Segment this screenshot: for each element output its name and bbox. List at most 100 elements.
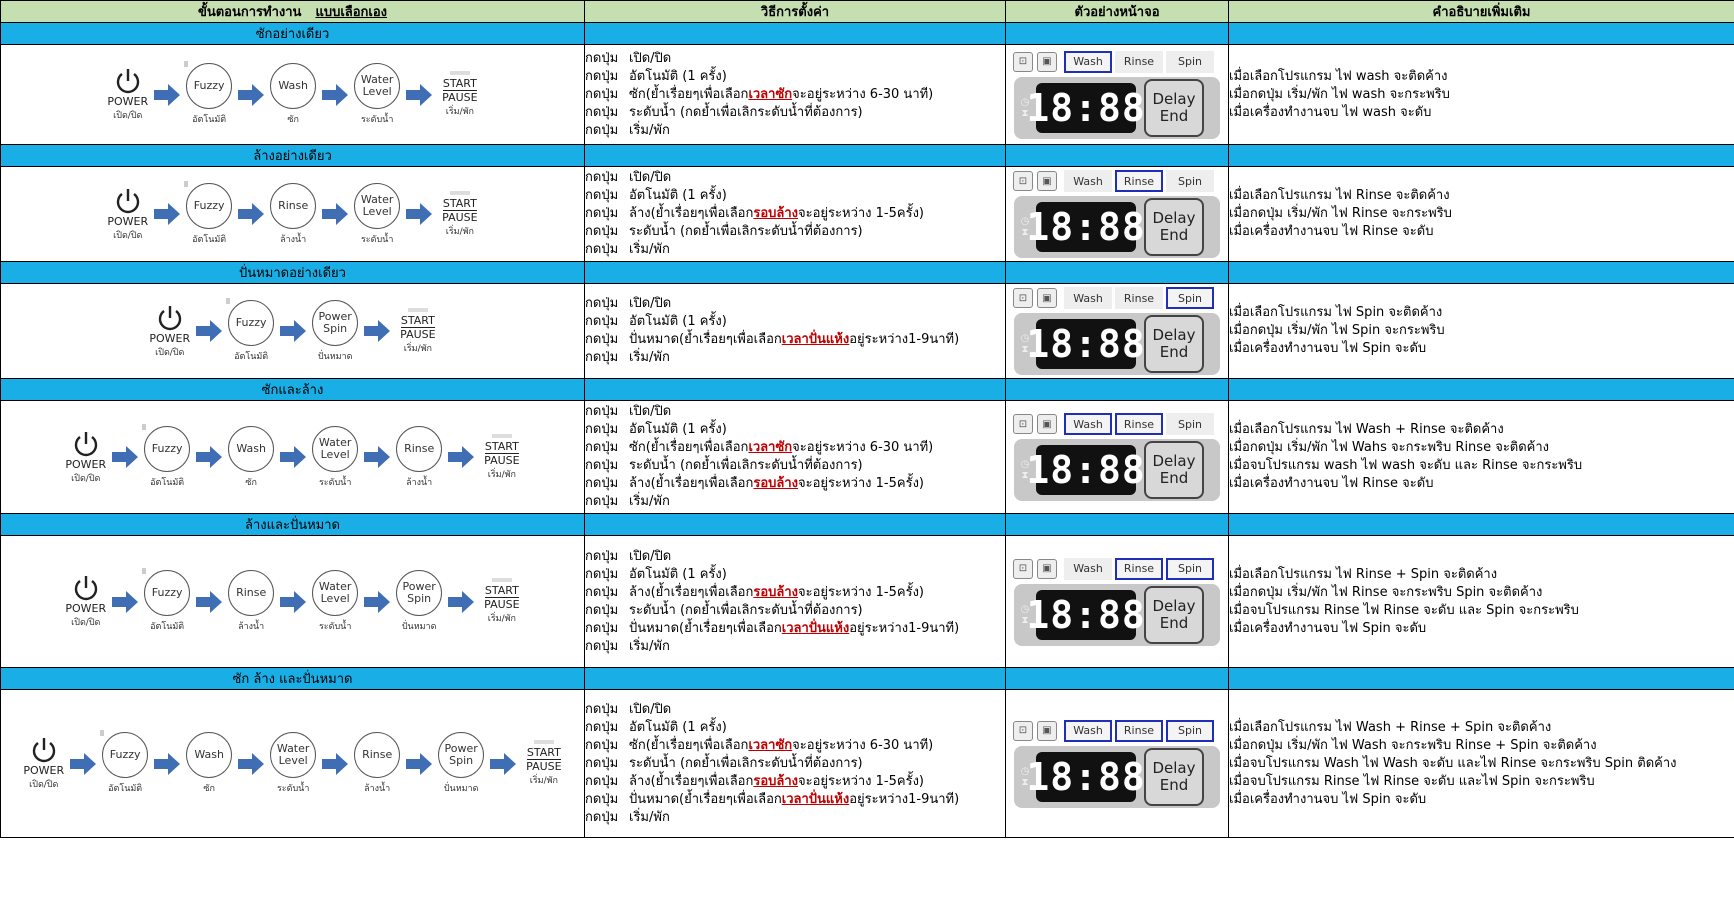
- arrow-right-icon: [112, 590, 139, 613]
- instruction-line: กดปุ่ม ระดับน้ำ (กดย้ำเพื่อเลิกระดับน้ำที…: [586, 223, 1005, 241]
- step-circle: Rinse: [396, 425, 443, 472]
- tub-clean-icon: ▣: [1037, 558, 1057, 579]
- arrow-right-icon: [238, 83, 265, 106]
- arrow-right-icon: [280, 446, 307, 468]
- step-circle: Water Level: [354, 182, 401, 229]
- instruction-text: ระดับน้ำ (กดย้ำเพื่อเลิกระดับน้ำที่ต้องก…: [629, 755, 863, 771]
- note-line: เมื่อจบโปรแกรม Rinse ไฟ Rinse จะดับ และไ…: [1229, 773, 1595, 789]
- arrow-right-icon: [112, 446, 139, 468]
- instruction-highlight: เวลาปั่นแห้ง: [781, 332, 850, 347]
- instruction-line: กดปุ่ม ซัก(ย้ำเรื่อยๆเพื่อเลือกเวลาซักจะอ…: [586, 86, 1005, 104]
- instruction-tail: จะอยู่ระหว่าง 1-5ครั้ง): [798, 206, 924, 221]
- instruction-line: กดปุ่ม ล้าง(ย้ำเรื่อยๆเพื่อเลือกรอบล้างจะ…: [586, 773, 1005, 791]
- instruction-text: ล้าง(ย้ำเรื่อยๆเพื่อเลือก: [629, 773, 754, 789]
- section-header-cell: [584, 378, 1006, 401]
- control-panel-example: ⊡ ▣ Wash Rinse Spin ◷ ⧗ 18:88 Delay End: [1007, 287, 1228, 375]
- instruction-tail: อยู่ระหว่าง1-9นาที): [849, 332, 960, 347]
- press-label: กดปุ่ม: [585, 584, 619, 600]
- step-wash: Wash ซัก: [270, 63, 317, 126]
- note-line: เมื่อเลือกโปรแกรม ไฟ Rinse จะติดค้าง: [1229, 188, 1450, 203]
- note-line: เมื่อกดปุ่ม เริ่ม/พัก ไฟ Rinse จะกระพริบ: [1229, 206, 1452, 221]
- press-label: กดปุ่ม: [585, 104, 619, 120]
- section-header-cell: [1005, 513, 1229, 536]
- header-setup: วิธีการตั้งค่า: [584, 0, 1006, 23]
- step-sublabel: ระดับน้ำ: [276, 784, 310, 794]
- start-sublabel: เริ่ม/พัก: [529, 776, 559, 786]
- instruction-line: กดปุ่ม ล้าง(ย้ำเรื่อยๆเพื่อเลือกรอบล้างจะ…: [585, 584, 1005, 602]
- step-flow-cell: POWER เปิด/ปิด Fuzzy อัตโนมัติ Wash ซัก Water L…: [0, 689, 585, 838]
- section-header-cell: [1228, 22, 1734, 45]
- instruction-text: ปั่นหมาด(ย้ำเรื่อยๆเพื่อเลือก: [629, 620, 782, 636]
- delay-label: Delay: [1152, 326, 1196, 344]
- pause-label: PAUSE: [484, 598, 520, 611]
- instruction-tail: จะอยู่ระหว่าง 6-30 นาที): [792, 440, 934, 455]
- start-sublabel: เริ่ม/พัก: [445, 107, 475, 117]
- instruction-line: กดปุ่ม เปิด/ปิด: [586, 548, 1005, 566]
- start-indicator: [449, 190, 470, 195]
- lock-icon: ⊡: [1013, 558, 1033, 579]
- press-label: กดปุ่ม: [585, 494, 619, 509]
- instruction-line: กดปุ่ม ปั่นหมาด(ย้ำเรื่อยๆเพื่อเลือกเวลาป…: [586, 791, 1005, 809]
- power-step: POWER เปิด/ปิด: [107, 187, 148, 242]
- step-sublabel: ซัก: [245, 477, 257, 488]
- instruction-line: กดปุ่ม เปิด/ปิด: [586, 403, 1005, 421]
- spin-indicator: Spin: [1166, 719, 1214, 742]
- section-header-cell: [584, 144, 1006, 167]
- section-header-cell: [584, 513, 1006, 536]
- segment-display: 18:88: [1026, 589, 1145, 640]
- notes-cell: เมื่อเลือกโปรแกรม ไฟ wash จะติดค้าง เมื่อ…: [1228, 44, 1734, 145]
- step-sublabel: ซัก: [287, 115, 299, 125]
- lock-icon: ⊡: [1013, 288, 1033, 308]
- instruction-text: เริ่ม/พัก: [629, 494, 670, 509]
- press-label: กดปุ่ม: [585, 170, 619, 185]
- section-header-row: ปั่นหมาดอย่างเดียว: [0, 261, 1734, 284]
- start-sublabel: เริ่ม/พัก: [487, 614, 517, 624]
- step-fuzzy: Fuzzy อัตโนมัติ: [226, 297, 275, 363]
- step-power-spin: Power Spin ปั่นหมาด: [396, 570, 443, 633]
- start-indicator: [491, 433, 512, 438]
- note-line: เมื่อเครื่องทำงานจบ ไฟ Spin จะดับ: [1229, 791, 1427, 807]
- start-pause-step: START PAUSE เริ่ม/พัก: [442, 71, 478, 118]
- section-header-row: ซัก ล้าง และปั่นหมาด: [0, 667, 1734, 690]
- display-example-cell: ⊡ ▣ Wash Rinse Spin ◷ ⧗ 18:88 Delay End: [1005, 44, 1229, 145]
- step-power-spin: Power Spin ปั่นหมาด: [438, 732, 485, 795]
- instruction-highlight: เวลาซัก: [748, 737, 793, 753]
- start-label: START: [442, 196, 477, 211]
- section-title: ปั่นหมาดอย่างเดียว: [0, 261, 585, 284]
- pause-label: PAUSE: [442, 210, 478, 224]
- power-icon: [32, 738, 55, 763]
- delay-end-button: Delay End: [1144, 78, 1204, 137]
- display-panel: ◷ ⧗ 18:88 Delay End: [1014, 76, 1220, 139]
- step-sublabel: อัตโนมัติ: [234, 351, 269, 362]
- instruction-text: เปิด/ปิด: [629, 50, 672, 66]
- instruction-line: กดปุ่ม อัตโนมัติ (1 ครั้ง): [586, 719, 1005, 737]
- pause-label: PAUSE: [526, 760, 562, 773]
- arrow-right-icon: [448, 446, 475, 468]
- pause-label: PAUSE: [442, 91, 478, 104]
- display-panel: ◷ ⧗ 18:88 Delay End: [1014, 583, 1220, 646]
- instructions-cell: กดปุ่ม เปิด/ปิด กดปุ่ม อัตโนมัติ (1 ครั้ง) ก…: [584, 44, 1006, 145]
- step-circle: Fuzzy: [142, 423, 191, 472]
- tub-clean-icon: ▣: [1037, 414, 1057, 434]
- header-display-example: ตัวอย่างหน้าจอ: [1005, 0, 1229, 23]
- instructions-cell: กดปุ่ม เปิด/ปิด กดปุ่ม อัตโนมัติ (1 ครั้ง) ก…: [584, 689, 1006, 838]
- step-water-level: Water Level ระดับน้ำ: [354, 63, 401, 126]
- segment-display: 18:88: [1026, 751, 1145, 802]
- step-water-level: Water Level ระดับน้ำ: [270, 732, 317, 795]
- note-line: เมื่อจบโปรแกรม Wash ไฟ Wash จะดับ และไฟ …: [1229, 755, 1677, 771]
- step-circle: Power Spin: [438, 732, 485, 778]
- press-label: กดปุ่ม: [585, 350, 619, 365]
- step-flow: POWER เปิด/ปิด Fuzzy อัตโนมัติ Wash ซัก Water L…: [2, 423, 584, 489]
- instruction-text: เริ่ม/พัก: [629, 809, 670, 825]
- step-sublabel: ปั่นหมาด: [317, 351, 353, 362]
- display-panel: ◷ ⧗ 18:88 Delay End: [1014, 439, 1220, 501]
- start-label: START: [484, 439, 519, 454]
- control-panel-example: ⊡ ▣ Wash Rinse Spin ◷ ⧗ 18:88 Delay End: [1007, 557, 1228, 646]
- step-flow: POWER เปิด/ปิด Fuzzy อัตโนมัติ Power Spin ปั่น…: [2, 297, 584, 363]
- press-label: กดปุ่ม: [585, 314, 619, 329]
- start-label: START: [400, 313, 435, 328]
- step-circle: Fuzzy: [184, 180, 233, 229]
- display-example-cell: ⊡ ▣ Wash Rinse Spin ◷ ⧗ 18:88 Delay End: [1005, 283, 1229, 379]
- step-circle: Power Spin: [312, 299, 359, 346]
- section-body-row: POWER เปิด/ปิด Fuzzy อัตโนมัติ Wash ซัก Water L…: [0, 44, 1734, 145]
